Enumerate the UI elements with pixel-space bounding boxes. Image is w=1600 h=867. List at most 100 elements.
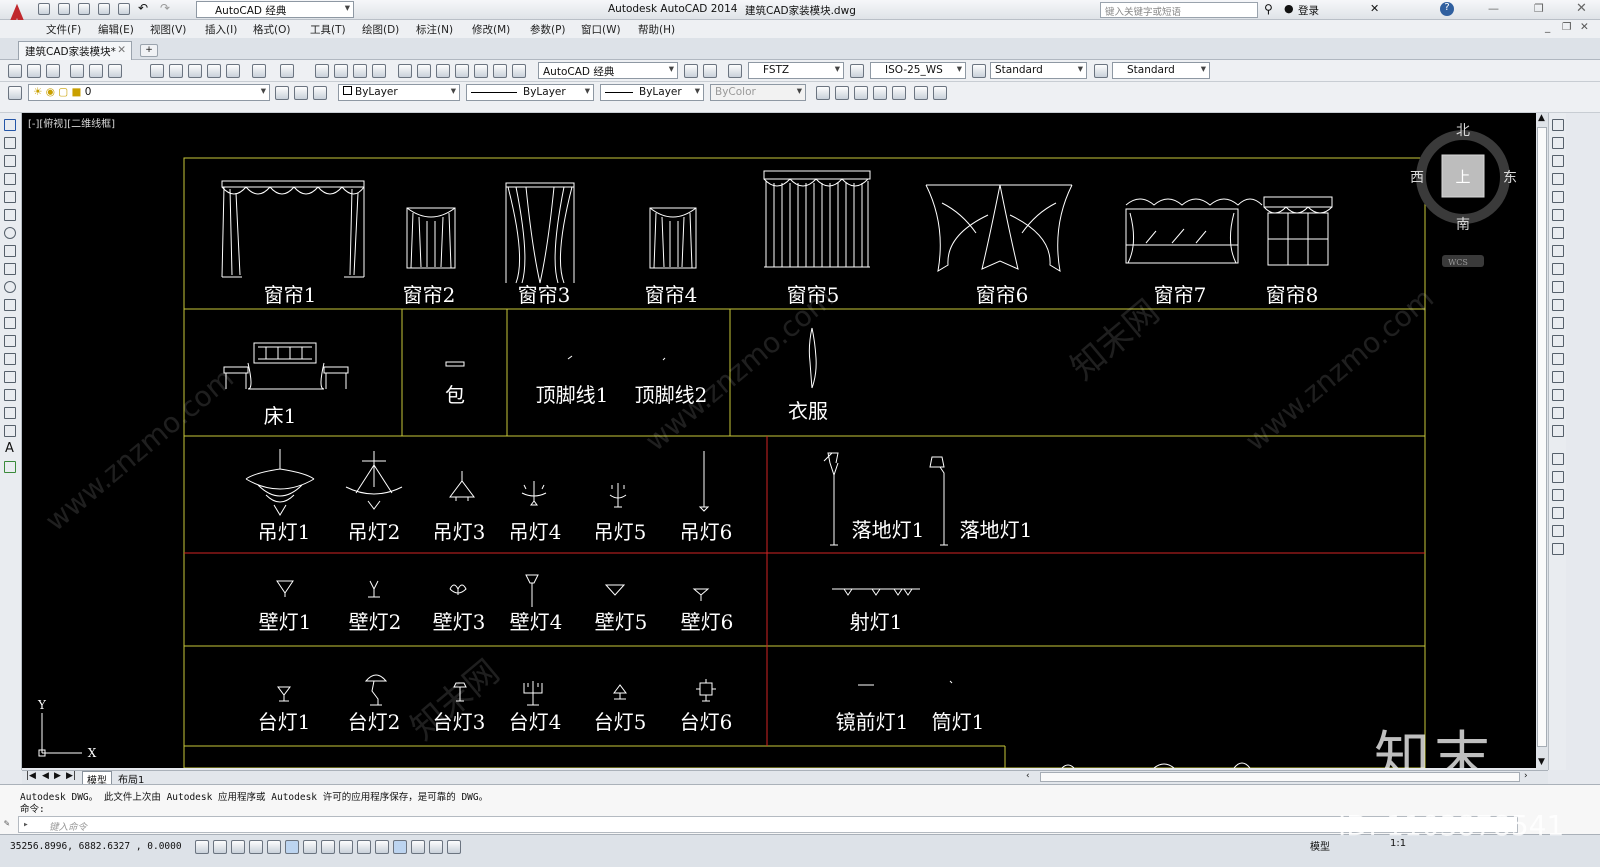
viewcube-east[interactable]: 东 [1503,170,1517,186]
undo-icon[interactable]: ↶ [138,1,148,15]
zoom-window-icon[interactable] [353,64,367,78]
hatch-icon[interactable] [4,371,16,383]
customize-icon[interactable] [703,64,717,78]
table-icon[interactable] [4,425,16,437]
viewcube-west[interactable]: 西 [1410,170,1424,186]
mirror-icon[interactable] [1552,155,1564,167]
command-chevron-icon[interactable]: ▸ [23,819,29,830]
menu-dimension[interactable]: 标注(N) [416,22,453,37]
revcloud-icon[interactable] [4,245,16,257]
add-selected-icon[interactable] [4,461,16,473]
region-icon[interactable] [4,407,16,419]
search-input[interactable]: 键入关键字或短语 [1100,2,1258,18]
save-icon[interactable] [78,3,90,15]
model-space-button[interactable]: 模型 [1310,838,1330,853]
menu-format[interactable]: 格式(O) [253,22,290,37]
new-icon[interactable] [38,3,50,15]
text-style-icon[interactable] [728,64,742,78]
mtext-icon[interactable]: A [5,441,14,456]
view-tool-4-icon[interactable] [873,86,887,100]
copy-object-icon[interactable] [1552,137,1564,149]
linetype-select[interactable]: ByLayer [466,84,594,101]
rotate-icon[interactable] [1552,227,1564,239]
table-style-icon[interactable] [972,64,986,78]
draworder-4-icon[interactable] [1552,507,1564,519]
hscroll-left-icon[interactable]: ‹ [1026,771,1030,781]
redo-icon[interactable]: ↷ [160,1,170,15]
open-icon[interactable] [58,3,70,15]
save-as-icon[interactable] [98,3,110,15]
draworder-6-icon[interactable] [1552,543,1564,555]
construction-line-icon[interactable] [4,137,16,149]
help-tool-icon[interactable] [512,64,526,78]
menu-file[interactable]: 文件(F) [46,22,81,37]
scroll-down-icon[interactable]: ▼ [1538,757,1545,767]
menu-tools[interactable]: 工具(T) [310,22,346,37]
file-tab[interactable]: 建筑CAD家装模块* ✕ [18,41,132,60]
hscroll-right-icon[interactable]: › [1524,771,1528,781]
chamfer-icon[interactable] [1552,371,1564,383]
plotstyle-select[interactable]: ByColor [710,84,806,101]
break-icon[interactable] [1552,335,1564,347]
table-style-select[interactable]: Standard [990,62,1087,79]
erase-icon[interactable] [1552,119,1564,131]
viewcube-north[interactable]: 北 [1456,123,1470,139]
menu-edit[interactable]: 编辑(E) [98,22,134,37]
design-center-icon[interactable] [417,64,431,78]
move-icon[interactable] [1552,209,1564,221]
doc-restore-icon[interactable]: ❐ [1562,21,1571,33]
view-tool-1-icon[interactable] [816,86,830,100]
point-icon[interactable] [4,353,16,365]
vertical-scrollbar[interactable]: ▲ ▼ [1536,113,1548,770]
user-icon[interactable]: ● [1284,2,1294,15]
workspace-combo[interactable]: AutoCAD 经典 [538,62,678,79]
tab-close-icon[interactable]: ✕ [117,44,126,56]
print-icon[interactable] [70,64,84,78]
pan-icon[interactable] [315,64,329,78]
explode-icon[interactable] [1552,425,1564,437]
properties-icon[interactable] [398,64,412,78]
workspace-select[interactable]: AutoCAD 经典 [196,1,354,18]
am-icon[interactable] [447,840,461,854]
signin-button[interactable]: 登录 [1298,3,1319,18]
tpy-icon[interactable] [393,840,407,854]
viewcube-south[interactable]: 南 [1456,217,1470,233]
customize-wrench-icon[interactable]: ✎ [4,818,10,829]
scroll-up-icon[interactable]: ▲ [1538,113,1545,123]
redo-tool-icon[interactable] [280,64,294,78]
mleader-style-icon[interactable] [1094,64,1108,78]
ortho-icon[interactable] [249,840,263,854]
menu-view[interactable]: 视图(V) [150,22,186,37]
dim-style-icon[interactable] [850,64,864,78]
new-tab-button[interactable]: + [140,44,158,57]
block-editor-icon[interactable] [226,64,240,78]
infer-icon[interactable] [195,840,209,854]
polar-icon[interactable] [267,840,281,854]
layer-manager-icon[interactable] [8,86,22,100]
layer-select[interactable]: ☀ ◉ ▢ ■ 0 [28,84,270,101]
workspace-settings-icon[interactable] [684,64,698,78]
gradient-icon[interactable] [4,389,16,401]
save-file-icon[interactable] [46,64,60,78]
text-style-select[interactable]: FSTZ [748,62,844,79]
plot-icon[interactable] [118,3,130,15]
circle-icon[interactable] [4,227,16,239]
trim-icon[interactable] [1552,281,1564,293]
make-block-icon[interactable] [4,335,16,347]
scale-icon[interactable] [1552,245,1564,257]
copy-icon[interactable] [169,64,183,78]
dyn-icon[interactable] [357,840,371,854]
layer-previous-icon[interactable] [294,86,308,100]
make-current-icon[interactable] [275,86,289,100]
undo-tool-icon[interactable] [252,64,266,78]
wcs-menu[interactable]: WCS [1448,258,1468,267]
minimize-icon[interactable]: — [1488,2,1499,15]
zoom-previous-icon[interactable] [372,64,386,78]
osnap-icon[interactable] [285,840,299,854]
exchange-icon[interactable]: ✕ [1370,2,1379,15]
menu-help[interactable]: 帮助(H) [638,22,675,37]
color-select[interactable]: ByLayer [338,84,460,101]
tool-palettes-icon[interactable] [436,64,450,78]
draworder-3-icon[interactable] [1552,489,1564,501]
polyline-icon[interactable] [4,155,16,167]
